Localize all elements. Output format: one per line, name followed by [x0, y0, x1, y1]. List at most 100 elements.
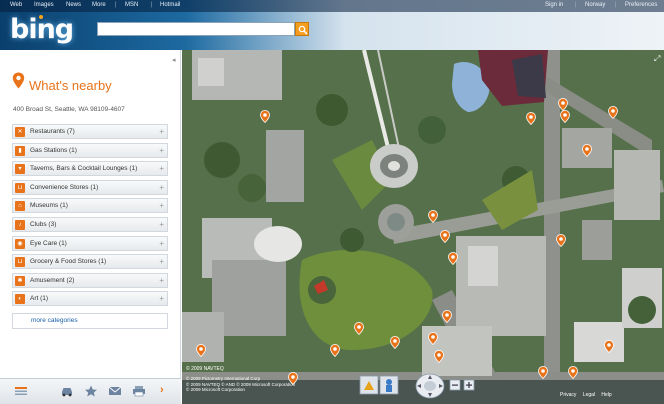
category-restaurants[interactable]: ✕ Restaurants (7) +	[12, 124, 168, 139]
collapse-panel-icon[interactable]: ◂	[172, 56, 180, 64]
category-clubs[interactable]: ♪ Clubs (3) +	[12, 216, 168, 232]
address-text: 400 Broad St, Seattle, WA 98109-4607	[13, 106, 125, 113]
map-poi-pin[interactable]	[196, 344, 206, 357]
top-navigation-bar: Web Images News More | MSN | Hotmail Sig…	[0, 0, 664, 12]
category-list: ✕ Restaurants (7) + ▮ Gas Stations (1) +…	[12, 124, 168, 310]
category-taverns-bars[interactable]: ▾ Taverns, Bars & Cocktail Lounges (1) +	[12, 161, 168, 177]
panel-toolbar: ›	[0, 378, 181, 404]
logo-dot-decoration	[39, 15, 43, 19]
map-poi-pin[interactable]	[608, 106, 618, 119]
map-poi-pin[interactable]	[442, 310, 452, 323]
map-poi-pin[interactable]	[440, 230, 450, 243]
map-poi-pin[interactable]	[448, 252, 458, 265]
category-label: Convenience Stores (1)	[30, 183, 99, 191]
chevron-right-icon[interactable]: ›	[160, 384, 164, 396]
panel-title: What's nearby	[29, 78, 112, 93]
category-label: Taverns, Bars & Cocktail Lounges (1)	[30, 165, 138, 173]
category-amusement[interactable]: ✱ Amusement (2) +	[12, 272, 168, 288]
more-categories-label[interactable]: more categories	[31, 317, 78, 324]
category-convenience-stores[interactable]: ⊔ Convenience Stores (1) +	[12, 179, 168, 195]
nav-link-country[interactable]: Norway	[585, 2, 605, 8]
category-gas-stations[interactable]: ▮ Gas Stations (1) +	[12, 142, 168, 158]
copyright-line: © 2009 Microsoft Corporation	[186, 387, 245, 392]
category-label: Clubs (3)	[30, 220, 57, 228]
help-link[interactable]: Help	[601, 392, 611, 398]
cart-icon: ⊔	[15, 182, 25, 193]
map-navigation-controls	[359, 373, 475, 399]
eye-icon: ◉	[15, 238, 25, 249]
category-grocery-food[interactable]: ⊔ Grocery & Food Stores (1) +	[12, 254, 168, 270]
location-pin-icon	[12, 72, 25, 89]
ferris-wheel-icon: ✱	[15, 275, 25, 286]
palette-icon: ◐	[15, 294, 25, 305]
fuel-pump-icon: ▮	[15, 145, 25, 156]
map-poi-pin[interactable]	[428, 210, 438, 223]
expand-plus-icon[interactable]: +	[159, 257, 164, 266]
nav-link-msn[interactable]: MSN	[125, 2, 138, 8]
aerial-map[interactable]	[182, 50, 664, 404]
map-poi-pin[interactable]	[604, 340, 614, 353]
nav-link-preferences[interactable]: Preferences	[625, 2, 657, 8]
more-categories-link[interactable]: more categories	[12, 313, 168, 329]
aerial-imagery	[182, 50, 664, 404]
map-poi-pin[interactable]	[560, 110, 570, 123]
map-footer-links: Privacy Legal Help	[560, 392, 617, 398]
nav-separator: |	[575, 2, 577, 8]
map-poi-pin[interactable]	[390, 336, 400, 349]
email-share-icon[interactable]	[108, 385, 122, 397]
expand-plus-icon[interactable]: +	[159, 239, 164, 248]
list-view-icon[interactable]	[14, 385, 28, 397]
map-poi-pin[interactable]	[434, 350, 444, 363]
grocery-cart-icon: ⊔	[15, 257, 25, 268]
header: Web Images News More | MSN | Hotmail Sig…	[0, 0, 664, 50]
expand-plus-icon[interactable]: +	[159, 276, 164, 285]
star-favorite-icon[interactable]	[84, 385, 98, 397]
category-label: Art (1)	[30, 295, 49, 303]
car-directions-icon[interactable]	[60, 385, 74, 397]
map-poi-pin[interactable]	[582, 144, 592, 157]
map-poi-pin[interactable]	[330, 344, 340, 357]
map-poi-pin[interactable]	[526, 112, 536, 125]
category-museums[interactable]: ⌂ Museums (1) +	[12, 198, 168, 214]
map-poi-pin[interactable]	[260, 110, 270, 123]
music-note-icon: ♪	[15, 219, 25, 230]
expand-plus-icon[interactable]: +	[159, 220, 164, 229]
category-label: Gas Stations (1)	[30, 146, 77, 154]
nav-separator: |	[151, 2, 153, 8]
category-label: Museums (1)	[30, 202, 68, 210]
map-poi-pin[interactable]	[538, 366, 548, 379]
museum-icon: ⌂	[15, 201, 25, 212]
expand-plus-icon[interactable]: +	[159, 183, 164, 192]
cocktail-icon: ▾	[15, 164, 25, 175]
category-eye-care[interactable]: ◉ Eye Care (1) +	[12, 235, 168, 251]
map-provider-logo: © 2009 NAVTEQ	[186, 366, 224, 372]
nav-link-more[interactable]: More	[92, 2, 106, 8]
expand-plus-icon[interactable]: +	[159, 164, 164, 173]
nav-link-news[interactable]: News	[66, 2, 81, 8]
map-poi-pin[interactable]	[568, 366, 578, 379]
expand-plus-icon[interactable]: +	[159, 294, 164, 303]
legal-link[interactable]: Legal	[583, 392, 595, 398]
nav-link-web[interactable]: Web	[10, 2, 22, 8]
nav-link-sign-in[interactable]: Sign in	[545, 2, 563, 8]
nav-separator: |	[615, 2, 617, 8]
expand-plus-icon[interactable]: +	[159, 146, 164, 155]
nav-link-images[interactable]: Images	[34, 2, 54, 8]
map-poi-pin[interactable]	[354, 322, 364, 335]
expand-map-icon[interactable]: ⤢	[654, 54, 660, 64]
magnifier-icon	[298, 25, 308, 35]
map-poi-pin[interactable]	[556, 234, 566, 247]
nav-link-hotmail[interactable]: Hotmail	[160, 2, 180, 8]
search-button[interactable]	[295, 22, 309, 36]
category-art[interactable]: ◐ Art (1) +	[12, 291, 168, 307]
category-label: Eye Care (1)	[30, 239, 67, 247]
search-input[interactable]	[97, 22, 295, 36]
map-poi-pin[interactable]	[428, 332, 438, 345]
category-label: Grocery & Food Stores (1)	[30, 258, 107, 266]
category-label: Amusement (2)	[30, 276, 75, 284]
expand-plus-icon[interactable]: +	[159, 127, 164, 136]
expand-plus-icon[interactable]: +	[159, 201, 164, 210]
privacy-link[interactable]: Privacy	[560, 392, 576, 398]
print-icon[interactable]	[132, 385, 146, 397]
nav-separator: |	[115, 2, 117, 8]
